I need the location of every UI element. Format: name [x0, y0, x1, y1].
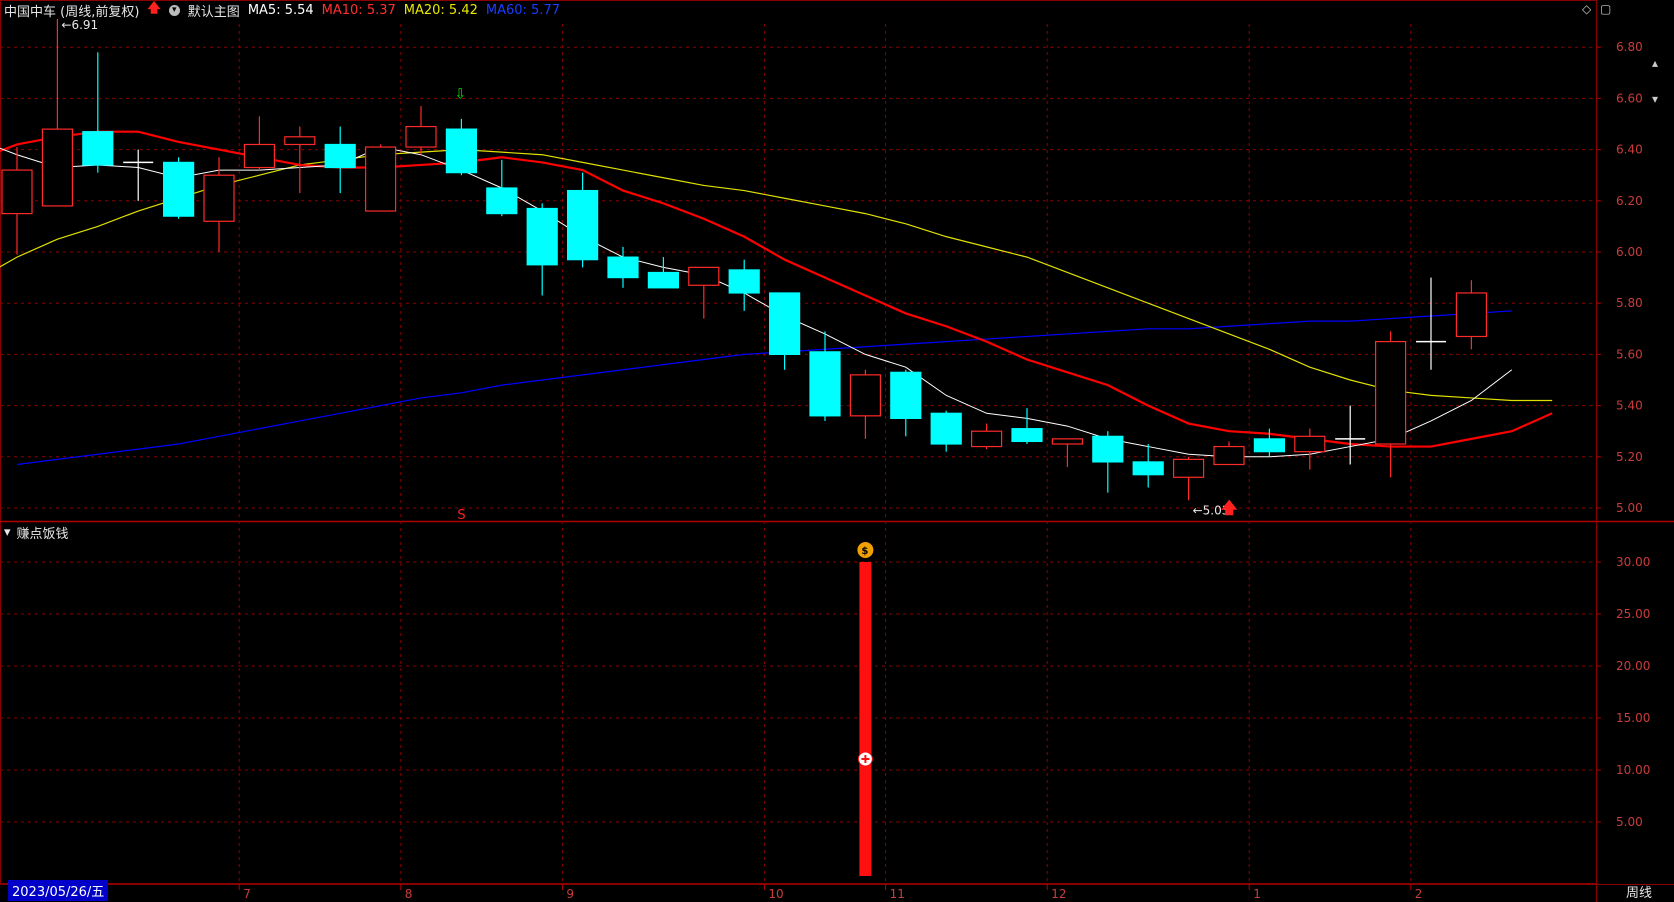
- candle-body: [445, 128, 477, 174]
- stock-title[interactable]: 中国中车 (周线,前复权): [4, 1, 139, 20]
- candle-body: [1374, 341, 1407, 445]
- candle-body: [486, 187, 518, 215]
- price-tick-label: 5.40: [1616, 399, 1643, 413]
- candle-body: [1, 169, 33, 215]
- price-tick-label: 6.00: [1616, 245, 1643, 259]
- candle-body: [1294, 435, 1326, 453]
- price-tick-label: 5.80: [1616, 296, 1643, 310]
- candle-body: [324, 143, 356, 169]
- candle-body: [284, 136, 316, 146]
- chart-header: 中国中车 (周线,前复权) 🡅 ▾ 默认主图 MA5: 5.54 MA10: 5…: [0, 0, 560, 20]
- candle-body: [809, 351, 841, 417]
- candle-body: [526, 207, 558, 266]
- candle-body: [163, 161, 195, 217]
- price-tick-label: 5.60: [1616, 347, 1643, 361]
- month-tick-label: 9: [566, 887, 574, 901]
- month-tick-label: 10: [768, 887, 783, 901]
- sub-tick-label: 30.00: [1616, 555, 1650, 569]
- candle-body: [566, 189, 599, 261]
- candle-body: [1253, 438, 1286, 453]
- sub-tick-label: 5.00: [1616, 815, 1643, 829]
- price-tick-label: 6.40: [1616, 143, 1643, 157]
- sub-tick-label: 25.00: [1616, 607, 1650, 621]
- scroll-up-icon[interactable]: ▴: [1652, 56, 1658, 70]
- template-label[interactable]: 默认主图: [188, 1, 240, 20]
- candle-body: [607, 256, 639, 279]
- candle-body: [768, 292, 801, 355]
- price-tick-label: 6.80: [1616, 40, 1643, 54]
- plot-frame: [0, 0, 1597, 884]
- price-tick-label: 5.00: [1616, 501, 1643, 515]
- month-tick-label: 8: [405, 887, 413, 901]
- candle-body: [1172, 458, 1205, 478]
- candle-body: [1455, 292, 1488, 338]
- money-bag-symbol: $: [861, 546, 868, 557]
- month-tick-label: 1: [1253, 887, 1261, 901]
- period-label[interactable]: 周线: [1626, 882, 1652, 901]
- ma10-label: MA10: 5.37: [321, 2, 396, 18]
- ma5-label: MA5: 5.54: [247, 2, 314, 18]
- sub-tick-label: 15.00: [1616, 711, 1650, 725]
- price-tick-label: 5.20: [1616, 450, 1643, 464]
- candle-body: [1092, 435, 1124, 463]
- candle-body: [930, 412, 962, 445]
- candle-body: [1011, 428, 1043, 443]
- candle-body: [365, 146, 397, 212]
- candle-body: [890, 371, 922, 420]
- candle-body: [1213, 445, 1245, 466]
- candle-body: [82, 131, 114, 166]
- sub-indicator-header: ▾ 赚点饭钱: [4, 523, 69, 542]
- candle-body: [728, 269, 760, 294]
- maximize-icon[interactable]: ▢: [1600, 2, 1611, 16]
- red-up-arrow-icon: 🡅: [147, 1, 161, 16]
- ma60-label: MA60: 5.77: [485, 2, 560, 18]
- sub-tick-label: 10.00: [1616, 763, 1650, 777]
- red-up-arrow-icon: 🡅: [1221, 498, 1238, 517]
- candle-body: [849, 374, 882, 417]
- candle-body: [405, 125, 437, 148]
- month-tick-label: 7: [243, 887, 251, 901]
- sub-indicator-title[interactable]: 赚点饭钱: [17, 523, 69, 542]
- diamond-icon[interactable]: ◇: [1582, 2, 1591, 16]
- dropdown-circle-icon[interactable]: ▾: [4, 525, 11, 540]
- month-tick-label: 2: [1415, 887, 1423, 901]
- candle-body: [243, 143, 275, 169]
- price-extreme-label: ←6.91: [61, 18, 98, 32]
- green-down-arrow-icon: ⇩: [454, 86, 466, 102]
- candle-body: [688, 266, 720, 286]
- signal-bar: [859, 562, 872, 876]
- candle-body: [1132, 461, 1164, 476]
- candle-body: [1051, 438, 1084, 445]
- cursor-date-label: 2023/05/26/五: [8, 880, 109, 901]
- candle-body: [647, 271, 680, 289]
- month-tick-label: 11: [890, 887, 905, 901]
- ma20-label: MA20: 5.42: [403, 2, 478, 18]
- candle-body: [970, 430, 1003, 448]
- dropdown-circle-icon[interactable]: ▾: [168, 4, 180, 16]
- price-tick-label: 6.60: [1616, 91, 1643, 105]
- scroll-down-icon[interactable]: ▾: [1652, 92, 1658, 106]
- price-tick-label: 6.20: [1616, 194, 1643, 208]
- stock-chart-canvas[interactable]: 6.80 6.60 6.40 6.20 6.00 5.80 5.60 5.40 5.20 5.00…: [0, 0, 1674, 902]
- sell-marker: S: [457, 508, 465, 523]
- sub-tick-label: 20.00: [1616, 659, 1650, 673]
- candle-body: [203, 174, 235, 222]
- month-tick-label: 12: [1051, 887, 1066, 901]
- candle-body: [41, 128, 74, 207]
